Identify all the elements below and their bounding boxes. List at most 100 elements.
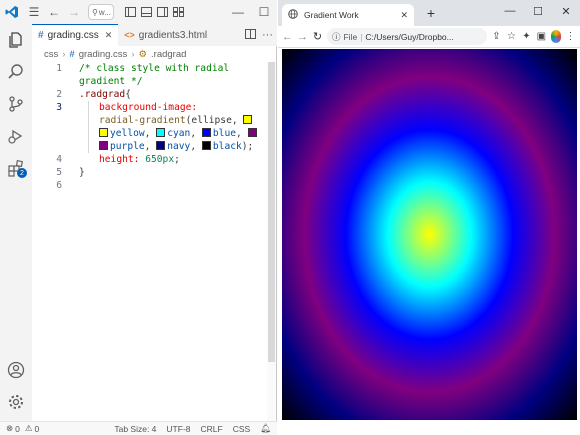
notifications-bell-icon[interactable]: 🔔︎ [260, 423, 271, 434]
color-value: blue [212, 128, 236, 139]
share-icon[interactable]: ⇪ [491, 30, 502, 44]
layout-editor-icon[interactable] [138, 0, 154, 24]
encoding-indicator[interactable]: UTF-8 [166, 424, 190, 434]
breadcrumb: css › # grading.css › ⚙ .radgrad [32, 46, 277, 62]
layout-panel-icon[interactable] [122, 0, 138, 24]
tab-label: gradients3.html [138, 29, 208, 41]
code-line-3-wrap-1: radial-gradient(ellipse, [99, 114, 254, 127]
breadcrumb-symbol[interactable]: .radgrad [151, 49, 186, 60]
scrollbar-thumb[interactable] [268, 62, 275, 362]
extensions-badge: 2 [17, 168, 27, 178]
line-number: 5 [56, 167, 62, 178]
status-bar: ⊗ 0 ⚠ 0 Tab Size: 4 UTF-8 CRLF CSS 🔔︎ [0, 421, 277, 435]
css-property: height: [99, 154, 140, 165]
code-line-1-wrap: gradient */ [79, 75, 143, 88]
globe-icon [288, 9, 298, 21]
css-file-icon: # [38, 30, 44, 41]
maximize-icon[interactable]: ☐ [524, 0, 552, 22]
tab-size-indicator[interactable]: Tab Size: 4 [114, 424, 156, 434]
color-swatch-yellow[interactable] [99, 128, 108, 137]
bookmark-star-icon[interactable]: ☆ [506, 30, 517, 44]
color-swatch-navy[interactable] [156, 141, 166, 150]
editor-scrollbar[interactable] [267, 62, 276, 421]
color-swatch-purple[interactable] [99, 141, 108, 150]
source-control-icon[interactable] [0, 88, 32, 120]
tab-gradients3-html[interactable]: <> gradients3.html [118, 24, 213, 46]
search-sidebar-icon[interactable] [0, 56, 32, 88]
reload-icon[interactable]: ↻ [312, 30, 323, 44]
brace: } [79, 167, 85, 178]
back-arrow-icon[interactable]: ← [282, 30, 293, 44]
browser-viewport [278, 49, 580, 435]
forward-arrow-icon[interactable]: → [64, 0, 84, 24]
minimize-icon[interactable]: — [496, 0, 524, 22]
comma: , [144, 128, 157, 139]
layout-grid-icon[interactable] [170, 0, 186, 24]
warning-icon: ⚠ [24, 423, 33, 433]
extensions-icon[interactable]: 2 [0, 152, 32, 184]
color-value: black [212, 141, 242, 152]
breadcrumb-file[interactable]: grading.css [79, 49, 128, 60]
forward-arrow-icon[interactable]: → [297, 30, 308, 44]
code-line-4: height: 650px; [99, 153, 180, 166]
address-separator: | [360, 31, 363, 42]
settings-gear-icon[interactable] [0, 386, 32, 418]
warning-count: 0 [34, 423, 40, 434]
comma: , [236, 128, 248, 139]
line-number: 1 [56, 63, 62, 74]
line-number: 2 [56, 89, 62, 100]
vscode-titlebar: ☰ ← → ⚲ w... — ☐ [0, 0, 277, 24]
code-line-3-wrap-2: yellow, cyan, blue, [99, 127, 259, 140]
explorer-icon[interactable] [0, 24, 32, 56]
editor-tabs: # grading.css ✕ <> gradients3.html ··· [32, 24, 277, 46]
color-swatch-blue[interactable] [201, 128, 211, 137]
code-editor[interactable]: 1 2 3 4 5 6 /* class style with radial g… [32, 62, 267, 421]
accounts-icon[interactable] [0, 354, 32, 386]
statement-end: ; [174, 154, 180, 165]
address-bar[interactable]: ⓘ File | C:/Users/Guy/Dropbo... [326, 28, 487, 45]
code-line-2: .radgrad{ [79, 88, 131, 101]
eol-indicator[interactable]: CRLF [201, 424, 223, 434]
language-mode[interactable]: CSS [233, 424, 250, 434]
maximize-icon[interactable]: ☐ [251, 0, 277, 24]
browser-window: Gradient Work ✕ + — ☐ ✕ ← → ↻ ⓘ File | C… [278, 0, 580, 435]
vscode-logo-icon [0, 0, 24, 24]
close-icon[interactable]: ✕ [400, 10, 408, 21]
layout-sidebar-icon[interactable] [154, 0, 170, 24]
tab-grading-css[interactable]: # grading.css ✕ [32, 24, 119, 46]
problems-indicator[interactable]: ⊗ 0 ⚠ 0 [6, 423, 39, 434]
browser-toolbar: ← → ↻ ⓘ File | C:/Users/Guy/Dropbo... ⇪ … [278, 26, 580, 48]
back-arrow-icon[interactable]: ← [44, 0, 64, 24]
tab-label: grading.css [47, 30, 99, 41]
side-panel-icon[interactable]: ▣ [536, 30, 547, 44]
statement-end: ); [241, 141, 254, 152]
close-window-icon[interactable]: ✕ [552, 0, 580, 22]
color-value: navy [167, 141, 191, 152]
color-value: yellow [110, 128, 145, 139]
breadcrumb-folder[interactable]: css [44, 49, 58, 60]
browser-tab-active[interactable]: Gradient Work ✕ [282, 4, 414, 26]
line-number: 3 [56, 102, 62, 113]
info-icon: ⓘ [331, 31, 341, 42]
profile-avatar[interactable] [550, 30, 562, 43]
browser-menu-icon[interactable]: ⋮ [565, 30, 576, 44]
color-swatch-yellow[interactable] [243, 115, 253, 124]
color-swatch-black[interactable] [201, 141, 211, 150]
color-swatch-cyan[interactable] [156, 128, 166, 137]
comment-text: gradient */ [79, 76, 143, 87]
menu-icon[interactable]: ☰ [24, 0, 44, 24]
command-center-search[interactable]: ⚲ w... [88, 4, 114, 20]
radial-gradient-box [282, 49, 577, 420]
split-editor-icon[interactable] [245, 28, 256, 42]
color-value: purple [110, 141, 145, 152]
new-tab-plus-icon[interactable]: + [422, 4, 440, 22]
code-line-3-wrap-3: purple, navy, black); [99, 140, 253, 153]
extensions-puzzle-icon[interactable]: ✦ [521, 30, 532, 44]
more-actions-icon[interactable]: ··· [262, 29, 273, 41]
minimize-icon[interactable]: — [225, 0, 251, 24]
line-number: 6 [56, 180, 62, 191]
color-swatch-purple[interactable] [247, 128, 257, 137]
indent-guide [88, 101, 89, 153]
run-debug-icon[interactable] [0, 120, 32, 152]
close-icon[interactable]: ✕ [105, 30, 113, 41]
